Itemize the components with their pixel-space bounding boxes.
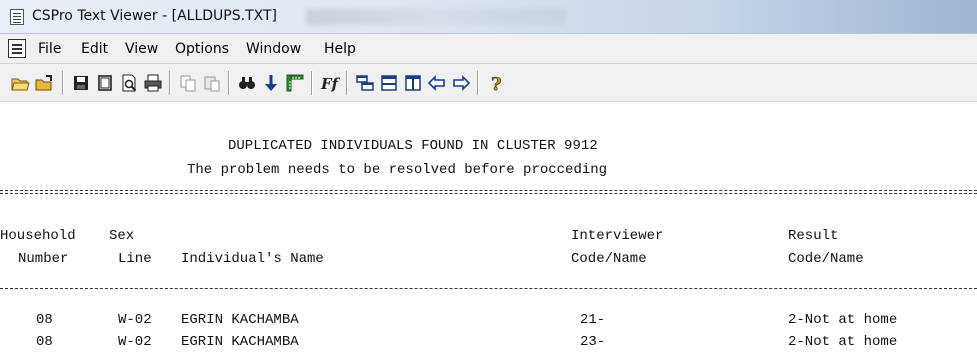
- tile-lines-icon[interactable]: [378, 72, 400, 94]
- cell-result: 2-Not at home: [788, 334, 898, 350]
- document-menu-icon[interactable]: [8, 39, 26, 58]
- col-interviewer-header-top: Interviewer: [571, 228, 664, 244]
- save-icon[interactable]: [70, 72, 92, 94]
- down-arrow-icon[interactable]: [260, 72, 282, 94]
- cell-line: W-02: [118, 312, 152, 328]
- col-line-header: Line: [118, 251, 152, 267]
- col-sex-header-top: Sex: [109, 228, 135, 244]
- double-rule-divider: [0, 190, 977, 194]
- back-arrow-icon[interactable]: [426, 72, 448, 94]
- tile-vertical-icon[interactable]: [402, 72, 424, 94]
- open-folder-icon[interactable]: [9, 72, 31, 94]
- menu-window[interactable]: Window: [246, 41, 301, 57]
- font-icon[interactable]: Ff: [319, 72, 341, 94]
- cell-household: 08: [36, 334, 53, 350]
- menu-edit[interactable]: Edit: [81, 41, 108, 57]
- col-household-header-bottom: Number: [18, 251, 69, 267]
- menu-options[interactable]: Options: [175, 41, 229, 57]
- svg-text:Ff: Ff: [320, 75, 340, 93]
- svg-text:?: ?: [491, 74, 502, 93]
- tile-horizontal-icon[interactable]: [354, 72, 376, 94]
- report-heading: DUPLICATED INDIVIDUALS FOUND IN CLUSTER …: [228, 138, 598, 154]
- print-icon[interactable]: [142, 72, 164, 94]
- cell-result: 2-Not at home: [788, 312, 898, 328]
- toolbar: Ff ?: [0, 64, 977, 102]
- col-result-header-bottom: Code/Name: [788, 251, 864, 267]
- menu-help[interactable]: Help: [324, 41, 356, 57]
- cell-name: EGRIN KACHAMBA: [181, 334, 299, 350]
- title-bar: CSPro Text Viewer - [ALLDUPS.TXT]: [0, 0, 977, 34]
- app-document-icon: [10, 9, 24, 25]
- single-rule-divider: [0, 288, 977, 289]
- text-viewer-content[interactable]: DUPLICATED INDIVIDUALS FOUND IN CLUSTER …: [0, 102, 977, 360]
- cell-name: EGRIN KACHAMBA: [181, 312, 299, 328]
- forward-arrow-icon[interactable]: [450, 72, 472, 94]
- col-result-header-top: Result: [788, 228, 839, 244]
- copy-icon[interactable]: [177, 72, 199, 94]
- menu-view[interactable]: View: [125, 41, 158, 57]
- cell-interviewer: 23-: [580, 334, 606, 350]
- cell-line: W-02: [118, 334, 152, 350]
- blurred-region: [306, 9, 566, 25]
- open-file-icon[interactable]: [33, 72, 55, 94]
- window-title: CSPro Text Viewer - [ALLDUPS.TXT]: [32, 8, 277, 24]
- menu-file[interactable]: File: [38, 41, 61, 57]
- find-icon[interactable]: [236, 72, 258, 94]
- cell-interviewer: 21-: [580, 312, 606, 328]
- menu-bar: File Edit View Options Window Help: [0, 34, 977, 64]
- print-preview-icon[interactable]: [118, 72, 140, 94]
- cell-household: 08: [36, 312, 53, 328]
- paste-icon[interactable]: [201, 72, 223, 94]
- ruler-icon[interactable]: [284, 72, 306, 94]
- col-name-header: Individual's Name: [181, 251, 324, 267]
- report-subheading: The problem needs to be resolved before …: [187, 162, 608, 178]
- col-household-header-top: Household: [0, 228, 76, 244]
- blank-page-icon[interactable]: [94, 72, 116, 94]
- help-icon[interactable]: ?: [485, 72, 507, 94]
- col-interviewer-header-bottom: Code/Name: [571, 251, 647, 267]
